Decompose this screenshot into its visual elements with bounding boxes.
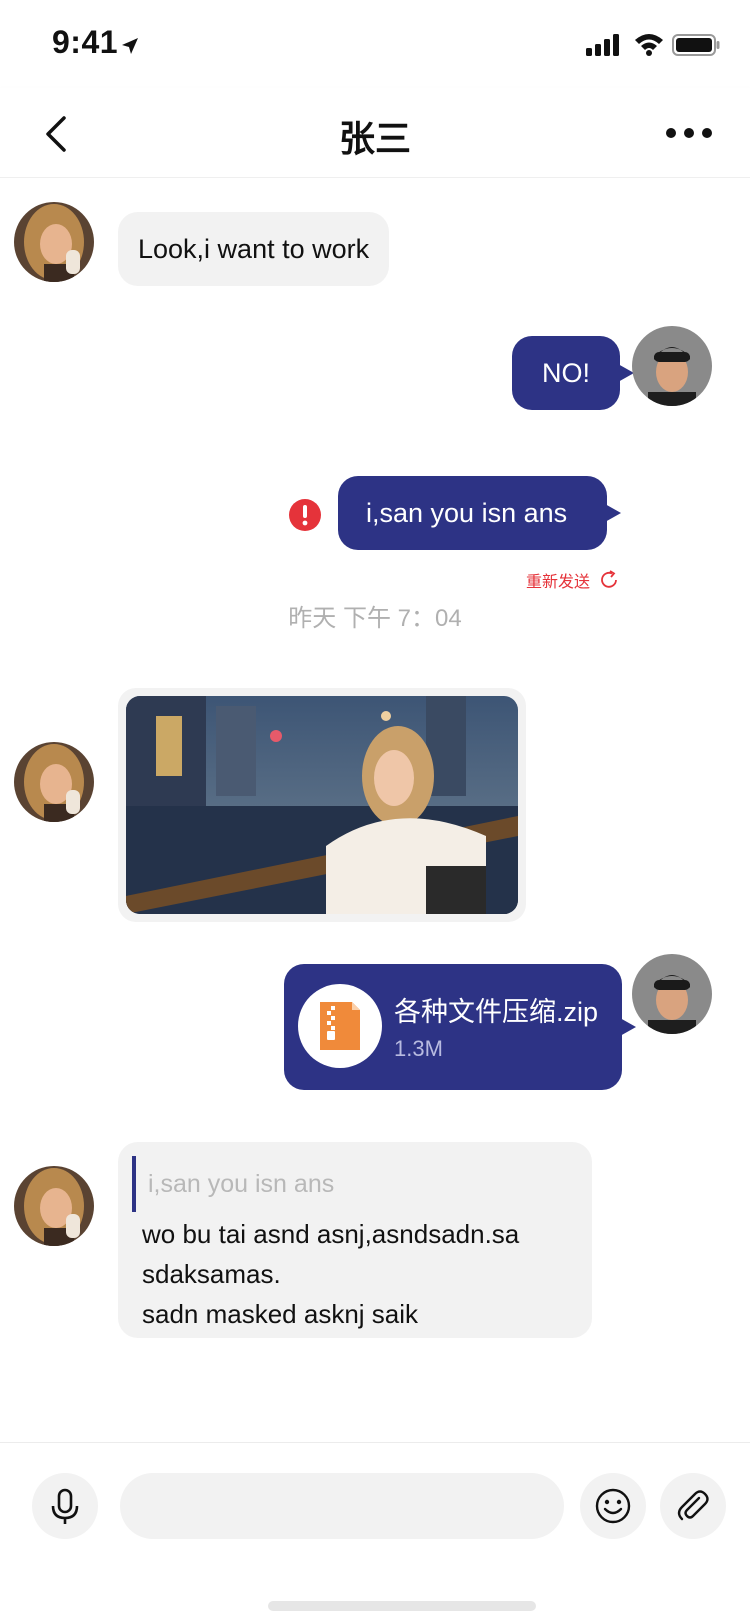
page-title: 张三 bbox=[338, 118, 411, 159]
photo-image[interactable] bbox=[126, 696, 518, 914]
refresh-icon bbox=[601, 570, 617, 588]
chat-message-list[interactable]: Look,i want to work NO! i,san you isn an… bbox=[0, 178, 750, 1442]
message-timestamp: 昨天 下午 7：04 bbox=[288, 605, 462, 632]
resend-label: 重新发送 bbox=[526, 574, 591, 591]
home-indicator bbox=[268, 1601, 536, 1611]
file-message-bubble[interactable]: 各种文件压缩.zip 1.3M bbox=[284, 964, 636, 1090]
message-text-input[interactable] bbox=[120, 1473, 564, 1539]
message-input-bar bbox=[0, 1442, 750, 1624]
woman-avatar-image bbox=[14, 1166, 94, 1246]
reply-line: sadn masked asknj saik bbox=[142, 1299, 419, 1329]
my-avatar[interactable] bbox=[632, 326, 712, 406]
paperclip-icon bbox=[677, 1490, 709, 1521]
file-size: 1.3M bbox=[394, 1036, 443, 1061]
contact-avatar[interactable] bbox=[14, 1166, 94, 1246]
attach-file-button[interactable] bbox=[660, 1473, 726, 1539]
emoji-icon bbox=[595, 1488, 631, 1524]
woman-avatar-image bbox=[14, 742, 94, 822]
status-bar: 9:41 bbox=[0, 0, 750, 88]
zip-file-icon bbox=[320, 1002, 360, 1050]
cellular-signal-icon bbox=[586, 34, 619, 56]
man-avatar-image bbox=[632, 954, 712, 1034]
battery-icon bbox=[672, 34, 720, 56]
send-failed-icon[interactable] bbox=[288, 498, 322, 532]
man-avatar-image bbox=[632, 326, 712, 406]
status-time: 9:41 bbox=[52, 24, 119, 60]
file-icon-container bbox=[298, 984, 382, 1068]
image-message-bubble[interactable] bbox=[118, 688, 526, 922]
navigation-bar: 张三 bbox=[0, 88, 750, 178]
my-avatar[interactable] bbox=[632, 954, 712, 1034]
quote-indicator-bar bbox=[132, 1156, 136, 1212]
resend-button[interactable]: 重新发送 bbox=[526, 568, 620, 592]
reply-line: sdaksamas. bbox=[142, 1259, 281, 1289]
more-options-icon[interactable] bbox=[664, 118, 714, 148]
location-arrow-icon bbox=[122, 38, 138, 54]
message-bubble-outgoing[interactable]: NO! bbox=[512, 336, 635, 410]
wifi-icon bbox=[635, 34, 663, 56]
contact-avatar[interactable] bbox=[14, 742, 94, 822]
reply-message-bubble[interactable]: i,san you isn ans wo bu tai asnd asnj,as… bbox=[118, 1142, 592, 1338]
reply-message-text: wo bu tai asnd asnj,asndsadn.sa sdaksama… bbox=[142, 1214, 582, 1334]
microphone-icon bbox=[51, 1488, 79, 1524]
contact-avatar[interactable] bbox=[14, 202, 94, 282]
message-bubble-incoming[interactable]: Look,i want to work bbox=[118, 212, 390, 286]
file-name: 各种文件压缩.zip bbox=[394, 997, 599, 1027]
woman-avatar-image bbox=[14, 202, 94, 282]
reply-line: wo bu tai asnd asnj,asndsadn.sa bbox=[142, 1219, 520, 1249]
voice-input-button[interactable] bbox=[32, 1473, 98, 1539]
quoted-message-text[interactable]: i,san you isn ans bbox=[148, 1170, 334, 1199]
emoji-button[interactable] bbox=[580, 1473, 646, 1539]
message-bubble-outgoing-failed[interactable]: i,san you isn ans bbox=[338, 476, 622, 550]
